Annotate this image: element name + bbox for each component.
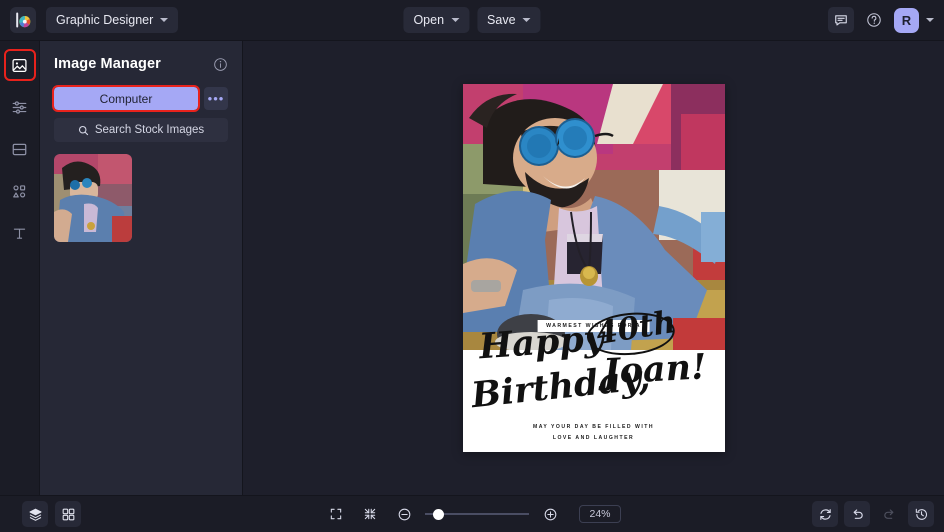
canvas-area[interactable]: WARMEST WISHES FOR A Happy 40th Birthday… (242, 41, 944, 495)
undo-arrow-icon (850, 507, 865, 522)
account-actions: R (828, 7, 934, 33)
question-circle-icon (866, 12, 882, 28)
zoom-slider[interactable] (425, 507, 529, 521)
fit-to-screen-icon (363, 507, 377, 521)
zoom-out-circle-icon (397, 507, 412, 522)
zoom-out-button[interactable] (391, 501, 417, 527)
zoom-in-circle-icon (543, 507, 558, 522)
workspace-selector[interactable]: Graphic Designer (46, 7, 178, 33)
design-card[interactable]: WARMEST WISHES FOR A Happy 40th Birthday… (463, 84, 725, 452)
zoom-controls: 24% (323, 501, 621, 527)
computer-upload-button[interactable]: Computer (54, 87, 198, 110)
redo-button[interactable] (876, 501, 902, 527)
view-mode-buttons (22, 501, 81, 527)
shapes-icon (11, 183, 28, 200)
save-button[interactable]: Save (477, 7, 541, 33)
history-clock-icon (914, 507, 929, 522)
user-avatar[interactable]: R (894, 8, 919, 33)
computer-button-label: Computer (100, 92, 153, 106)
chevron-down-icon (451, 18, 459, 22)
zoom-slider-handle[interactable] (433, 509, 444, 520)
chat-bubble-icon (834, 13, 848, 27)
reset-button[interactable] (812, 501, 838, 527)
search-stock-images-label: Search Stock Images (95, 124, 204, 136)
rail-item-graphics[interactable] (6, 177, 34, 205)
info-circle-icon[interactable] (213, 57, 228, 72)
workspace-label: Graphic Designer (56, 13, 153, 27)
source-buttons-row: Computer ••• (54, 87, 228, 110)
rail-item-layouts[interactable] (6, 135, 34, 163)
tool-rail (0, 41, 40, 495)
sliders-icon (11, 99, 28, 116)
card-footer-line1: MAY YOUR DAY BE FILLED WITH (463, 424, 725, 430)
save-button-label: Save (487, 13, 516, 27)
fullscreen-button[interactable] (323, 501, 349, 527)
avatar-initial: R (902, 13, 911, 28)
history-controls (812, 501, 934, 527)
zoom-level-value[interactable]: 24% (579, 505, 621, 523)
card-photo (463, 84, 725, 350)
image-icon (11, 57, 28, 74)
layers-button[interactable] (22, 501, 48, 527)
text-t-icon (11, 225, 28, 242)
search-icon (78, 125, 89, 136)
app-body: Image Manager Computer ••• (0, 41, 944, 495)
open-button[interactable]: Open (403, 7, 469, 33)
more-sources-button[interactable]: ••• (204, 87, 228, 110)
undo-button[interactable] (844, 501, 870, 527)
grid-view-button[interactable] (55, 501, 81, 527)
fit-to-screen-button[interactable] (357, 501, 383, 527)
app-logo-button[interactable] (10, 7, 36, 33)
chevron-down-icon (160, 18, 168, 22)
befunky-color-wheel-logo (15, 12, 32, 29)
account-chevron-down-icon[interactable] (926, 18, 934, 22)
top-toolbar: Graphic Designer Open Save (0, 0, 944, 41)
rail-item-image-manager[interactable] (6, 51, 34, 79)
app-root: Graphic Designer Open Save (0, 0, 944, 532)
image-manager-panel: Image Manager Computer ••• (40, 41, 242, 495)
history-button[interactable] (908, 501, 934, 527)
open-button-label: Open (413, 13, 444, 27)
uploaded-images-list (54, 154, 228, 242)
chevron-down-icon (523, 18, 531, 22)
uploaded-photo-thumbnail[interactable] (54, 154, 132, 242)
bottom-toolbar: 24% (0, 495, 944, 532)
file-actions: Open Save (403, 7, 540, 33)
search-stock-images-button[interactable]: Search Stock Images (54, 118, 228, 142)
panel-header: Image Manager (54, 41, 228, 81)
chat-button[interactable] (828, 7, 854, 33)
card-headline-name: Joan! (601, 346, 706, 392)
panel-title: Image Manager (54, 56, 161, 72)
card-footer-line2: LOVE AND LAUGHTER (463, 435, 725, 441)
expand-fullscreen-icon (329, 507, 343, 521)
reset-refresh-icon (818, 507, 833, 522)
grid-icon (61, 507, 76, 522)
ellipsis-icon: ••• (208, 91, 225, 106)
help-button[interactable] (861, 7, 887, 33)
zoom-in-button[interactable] (537, 501, 563, 527)
card-headline-line1: Happy (477, 318, 605, 368)
rail-item-edit-adjust[interactable] (6, 93, 34, 121)
layout-frame-icon (11, 141, 28, 158)
redo-arrow-icon (882, 507, 897, 522)
layers-icon (28, 507, 43, 522)
rail-item-text[interactable] (6, 219, 34, 247)
